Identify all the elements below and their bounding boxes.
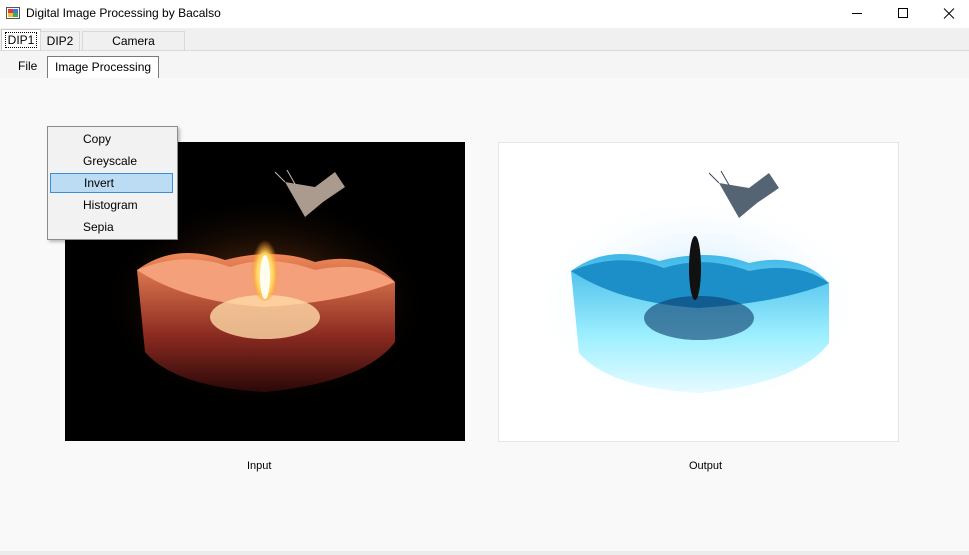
menu-bar: File Image Processing	[0, 51, 969, 78]
app-icon	[6, 6, 20, 20]
menu-item-copy[interactable]: Copy	[50, 129, 173, 149]
window-title: Digital Image Processing by Bacalso	[26, 6, 221, 20]
menu-item-greyscale[interactable]: Greyscale	[50, 151, 173, 171]
tab-camera-processing[interactable]: Camera Processing	[82, 31, 185, 66]
close-button[interactable]	[926, 0, 969, 28]
tab-dip1[interactable]: DIP1	[1, 29, 41, 50]
minimize-icon	[852, 13, 862, 14]
tab-label: DIP1	[4, 32, 38, 48]
output-caption: Output	[689, 460, 723, 472]
menu-item-histogram[interactable]: Histogram	[50, 195, 173, 215]
tab-page-dip1: File Image Processing Input Output Copy …	[0, 51, 969, 551]
minimize-button[interactable]	[834, 0, 880, 28]
menu-image-processing[interactable]: Image Processing	[47, 56, 160, 78]
maximize-icon	[898, 8, 908, 18]
maximize-button[interactable]	[880, 0, 926, 28]
output-picture	[498, 142, 899, 442]
tab-label: DIP2	[46, 34, 74, 48]
menu-file[interactable]: File	[11, 56, 44, 76]
tab-strip: DIP1 DIP2 Camera Processing	[0, 28, 969, 66]
image-processing-dropdown: Copy Greyscale Invert Histogram Sepia	[47, 126, 178, 240]
output-image	[499, 143, 898, 441]
tab-dip2[interactable]: DIP2	[40, 31, 80, 50]
close-icon	[943, 8, 955, 19]
title-bar: Digital Image Processing by Bacalso	[0, 0, 969, 28]
input-caption: Input	[247, 460, 272, 472]
window-bottom-edge	[0, 551, 969, 555]
menu-item-sepia[interactable]: Sepia	[50, 217, 173, 237]
menu-item-invert[interactable]: Invert	[50, 173, 173, 193]
